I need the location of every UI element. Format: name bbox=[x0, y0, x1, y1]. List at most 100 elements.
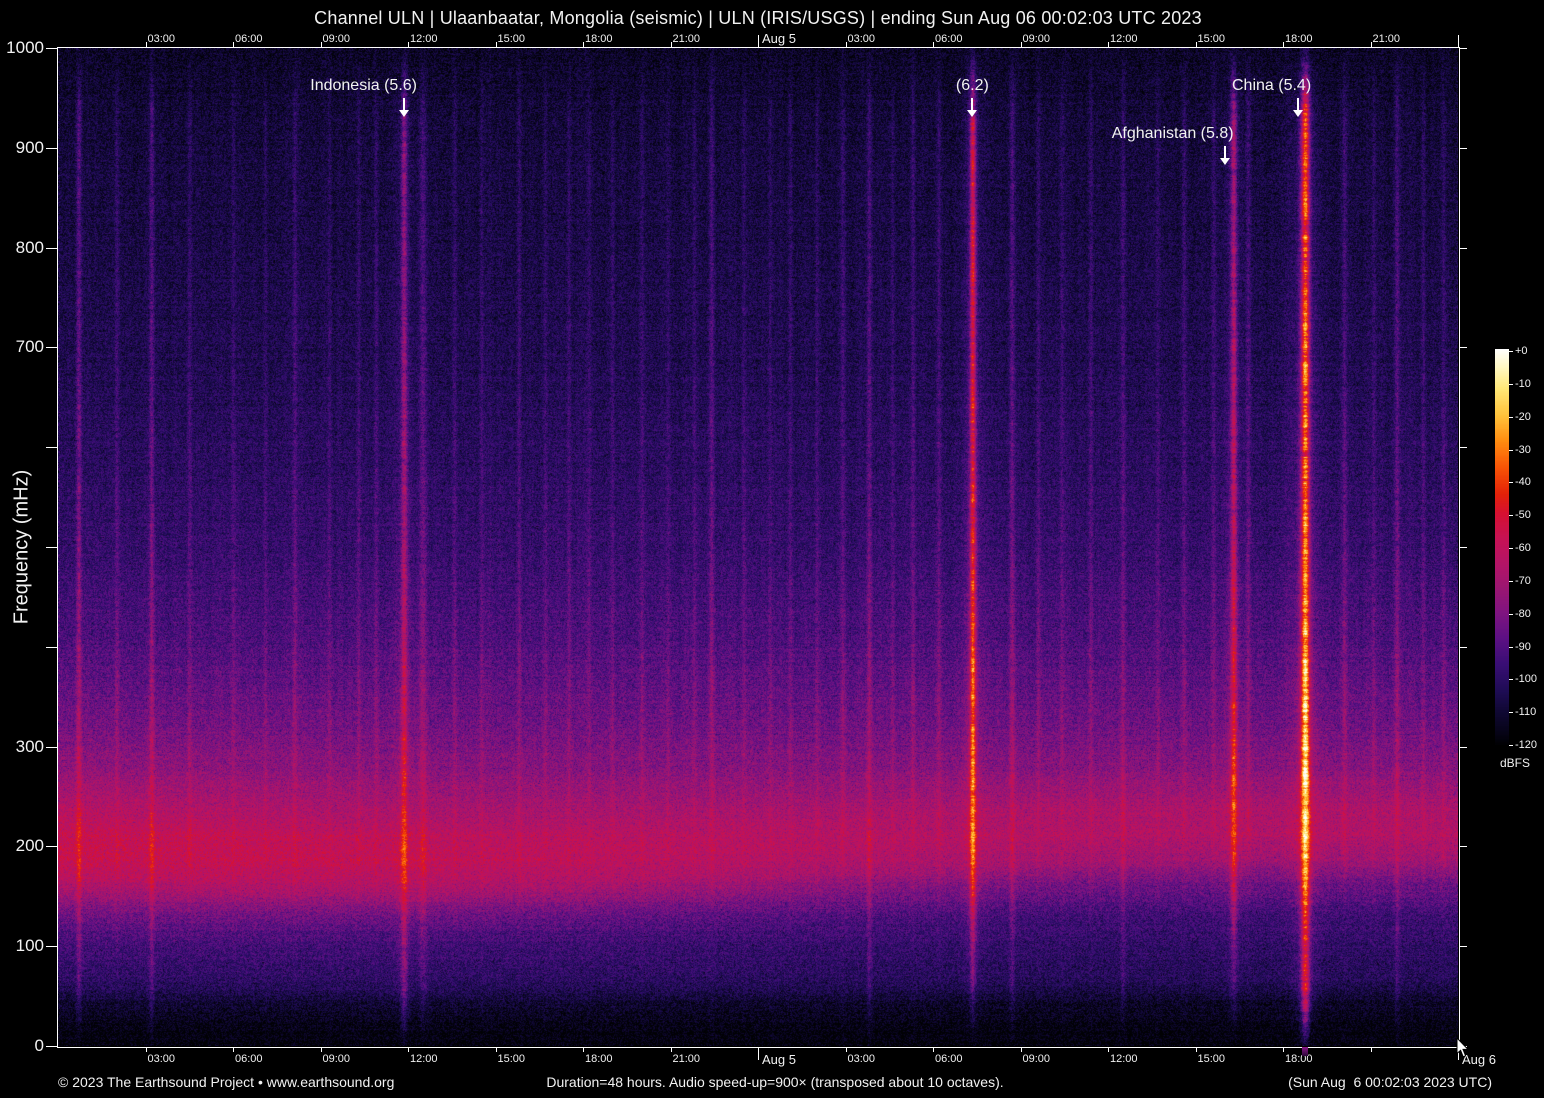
x-tick-label: 03:00 bbox=[848, 1053, 876, 1065]
footer-duration: Duration=48 hours. Audio speed-up=900× (… bbox=[430, 1074, 1120, 1090]
x-tick-label: 03:00 bbox=[848, 33, 876, 45]
colorbar-tick-label: -40 bbox=[1515, 476, 1531, 488]
x-tick-label: 15:00 bbox=[498, 1053, 526, 1065]
x-tick bbox=[671, 1047, 672, 1052]
chart-title: Channel ULN | Ulaanbaatar, Mongolia (sei… bbox=[58, 8, 1458, 29]
x-tick-label: 12:00 bbox=[410, 1053, 438, 1065]
down-arrow-icon bbox=[1219, 146, 1231, 166]
colorbar-tick bbox=[1509, 745, 1513, 746]
x-tick-label: 21:00 bbox=[1373, 33, 1401, 45]
x-tick bbox=[933, 42, 934, 47]
footer-timestamp: (Sun Aug 6 00:02:03 2023 UTC) bbox=[1288, 1074, 1492, 1090]
colorbar-tick bbox=[1509, 384, 1513, 385]
colorbar-tick bbox=[1509, 450, 1513, 451]
colorbar-tick bbox=[1509, 679, 1513, 680]
x-tick-label: 06:00 bbox=[935, 33, 963, 45]
annotation-label: Afghanistan (5.8) bbox=[1112, 125, 1234, 143]
mouse-cursor-icon bbox=[1456, 1038, 1470, 1059]
x-tick bbox=[1196, 42, 1197, 47]
colorbar-tick-label: +0 bbox=[1515, 345, 1528, 357]
colorbar-tick bbox=[1509, 548, 1513, 549]
x-tick-label: 06:00 bbox=[935, 1053, 963, 1065]
right-tick bbox=[1459, 547, 1467, 548]
x-tick-label: 15:00 bbox=[1198, 33, 1226, 45]
colorbar-tick bbox=[1509, 351, 1513, 352]
right-tick bbox=[1459, 347, 1467, 348]
colorbar-tick bbox=[1509, 581, 1513, 582]
y-tick-label: 1000 bbox=[6, 38, 44, 58]
streak-overflow-mark bbox=[1302, 1047, 1308, 1056]
x-tick bbox=[408, 1047, 409, 1052]
colorbar-tick-label: -110 bbox=[1515, 706, 1536, 718]
x-tick-label: 09:00 bbox=[1023, 1053, 1051, 1065]
x-tick-label: 21:00 bbox=[673, 1053, 701, 1065]
x-tick bbox=[933, 1047, 934, 1052]
y-tick bbox=[46, 946, 57, 947]
x-tick bbox=[146, 1047, 147, 1052]
colorbar-tick bbox=[1509, 712, 1513, 713]
page-root: Channel ULN | Ulaanbaatar, Mongolia (sei… bbox=[0, 0, 1544, 1098]
x-tick bbox=[233, 42, 234, 47]
y-tick bbox=[46, 48, 57, 49]
y-axis-title: Frequency (mHz) bbox=[11, 470, 34, 624]
x-tick-label: 06:00 bbox=[235, 1053, 263, 1065]
colorbar-tick-label: -80 bbox=[1515, 608, 1531, 620]
right-tick bbox=[1459, 846, 1467, 847]
spectrogram-canvas bbox=[58, 48, 1458, 1046]
x-tick-label: 18:00 bbox=[1285, 33, 1313, 45]
colorbar-tick-label: -90 bbox=[1515, 641, 1531, 653]
y-tick-label: 100 bbox=[16, 936, 44, 956]
annotation-label: Indonesia (5.6) bbox=[310, 77, 417, 95]
x-tick bbox=[496, 42, 497, 47]
colorbar-tick bbox=[1509, 515, 1513, 516]
right-tick bbox=[1459, 747, 1467, 748]
x-tick-label: 15:00 bbox=[498, 33, 526, 45]
y-tick bbox=[46, 148, 57, 149]
down-arrow-icon bbox=[398, 98, 410, 118]
footer-copyright: © 2023 The Earthsound Project • www.eart… bbox=[58, 1074, 394, 1090]
y-tick-label: 900 bbox=[16, 138, 44, 158]
x-tick-label: 18:00 bbox=[585, 33, 613, 45]
right-tick bbox=[1459, 447, 1467, 448]
x-tick bbox=[1108, 1047, 1109, 1052]
right-tick bbox=[1459, 148, 1467, 149]
colorbar-tick-label: -20 bbox=[1515, 411, 1531, 423]
x-tick bbox=[146, 42, 147, 47]
x-tick-label: 12:00 bbox=[1110, 33, 1138, 45]
colorbar-tick bbox=[1509, 417, 1513, 418]
x-tick bbox=[1021, 42, 1022, 47]
x-tick bbox=[1108, 42, 1109, 47]
y-tick bbox=[46, 347, 57, 348]
x-tick bbox=[1371, 1047, 1372, 1052]
annotation-label: China (5.4) bbox=[1232, 77, 1311, 95]
colorbar-tick bbox=[1509, 614, 1513, 615]
x-tick bbox=[1021, 1047, 1022, 1052]
y-tick-label: 700 bbox=[16, 337, 44, 357]
x-tick bbox=[1371, 42, 1372, 47]
x-tick-label: 12:00 bbox=[1110, 1053, 1138, 1065]
down-arrow-icon bbox=[1292, 98, 1304, 118]
right-tick bbox=[1459, 946, 1467, 947]
y-tick bbox=[46, 1046, 57, 1047]
y-tick bbox=[46, 248, 57, 249]
x-tick-label: 18:00 bbox=[585, 1053, 613, 1065]
right-tick bbox=[1459, 647, 1467, 648]
x-tick-label: 15:00 bbox=[1198, 1053, 1226, 1065]
x-tick-label: 06:00 bbox=[235, 33, 263, 45]
colorbar-tick-label: -100 bbox=[1515, 673, 1537, 685]
x-tick-label: 03:00 bbox=[148, 33, 176, 45]
y-tick-label: 0 bbox=[35, 1036, 44, 1056]
x-tick-label: 03:00 bbox=[148, 1053, 176, 1065]
x-tick bbox=[583, 1047, 584, 1052]
y-tick-label: 800 bbox=[16, 238, 44, 258]
x-tick bbox=[846, 42, 847, 47]
x-tick bbox=[758, 1047, 759, 1060]
x-tick-label: 21:00 bbox=[673, 33, 701, 45]
x-tick bbox=[233, 1047, 234, 1052]
x-tick bbox=[758, 35, 759, 47]
colorbar-tick bbox=[1509, 482, 1513, 483]
x-tick bbox=[1283, 42, 1284, 47]
y-tick bbox=[46, 846, 57, 847]
x-tick bbox=[846, 1047, 847, 1052]
y-tick-label: 300 bbox=[16, 737, 44, 757]
